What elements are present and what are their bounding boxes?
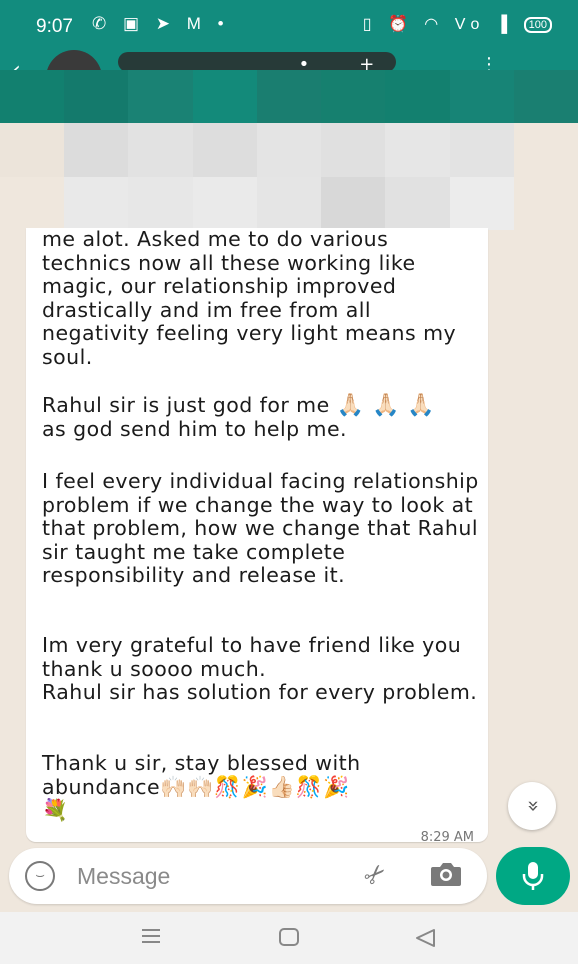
attach-icon[interactable]: ✂ — [358, 857, 395, 894]
message-timestamp: 8:29 AM — [420, 830, 474, 842]
notification-icons: ✆ ▣ ➤ M • — [92, 14, 230, 33]
scroll-to-bottom-button[interactable]: « — [508, 782, 556, 830]
voice-record-button[interactable] — [496, 847, 570, 905]
message-paragraph: me alot. Asked me to do various technics… — [42, 228, 457, 369]
message-text: abundance — [42, 774, 161, 799]
home-icon[interactable] — [279, 928, 299, 946]
praying-hands-emoji: 🙏🏻🙏🏻🙏🏻 — [336, 393, 443, 418]
message-paragraph: Thank u sir, stay blessed with abundance… — [42, 751, 482, 823]
battery-icon: 100 — [523, 16, 552, 33]
status-time: 9:07 — [36, 16, 73, 37]
message-text: Rahul sir has solution for every problem… — [42, 680, 478, 704]
chevron-double-down-icon: « — [520, 799, 544, 813]
system-navigation-bar — [0, 912, 578, 964]
message-text: as god send him to help me. — [42, 416, 348, 441]
message-paragraph: Im very grateful to have friend like you… — [42, 633, 482, 705]
message-paragraph: Rahul sir is just god for me 🙏🏻🙏🏻🙏🏻 as g… — [42, 393, 482, 441]
camera-icon[interactable] — [429, 860, 463, 888]
celebration-emojis: 🙌🏻🙌🏻🎊🎉👍🏻🎊🎉 — [160, 774, 351, 799]
emoji-icon[interactable]: ⌣ — [25, 861, 55, 891]
message-paragraph: I feel every individual facing relations… — [42, 469, 479, 587]
message-text: Rahul sir is just god for me — [42, 393, 330, 417]
bouquet-emoji: 💐 — [42, 798, 70, 822]
system-icons: ▯ ⏰ ◠ Vo ▐ 100 — [363, 14, 552, 34]
microphone-icon — [522, 862, 544, 890]
recent-apps-icon[interactable] — [140, 928, 162, 944]
redaction-mosaic — [0, 70, 578, 230]
message-text: Thank u sir, stay blessed with — [42, 751, 361, 775]
back-triangle-icon[interactable] — [414, 928, 436, 948]
message-input[interactable] — [77, 860, 337, 892]
message-bubble[interactable]: me alot. Asked me to do various technics… — [26, 228, 488, 842]
message-composer: ⌣ ✂ — [9, 848, 487, 904]
status-bar: 9:07 ✆ ▣ ➤ M • ▯ ⏰ ◠ Vo ▐ 100 — [0, 0, 578, 52]
signal-icons: ▯ ⏰ ◠ Vo ▐ — [362, 16, 514, 33]
message-text: Im very grateful to have friend like you… — [42, 633, 462, 681]
